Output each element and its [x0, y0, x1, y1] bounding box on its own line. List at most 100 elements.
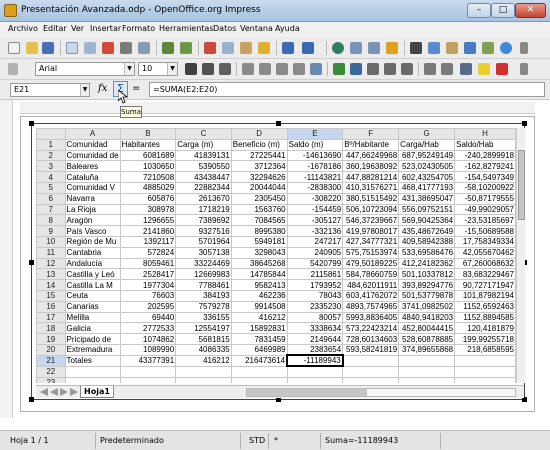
- row-header[interactable]: 18: [36, 322, 66, 335]
- cell[interactable]: 5949181: [230, 235, 288, 248]
- cell[interactable]: 7788461: [175, 279, 232, 291]
- row-header[interactable]: 21: [36, 354, 66, 367]
- email-icon[interactable]: [66, 42, 78, 54]
- add-decimal-icon[interactable]: [384, 63, 396, 75]
- row-header[interactable]: 16: [36, 300, 66, 313]
- cell[interactable]: 20044044: [230, 181, 288, 194]
- cell[interactable]: 240905: [286, 246, 344, 259]
- cell[interactable]: 1718219: [175, 203, 232, 216]
- find-binoculars-icon[interactable]: [410, 42, 422, 54]
- row-header[interactable]: 19: [36, 333, 66, 345]
- cell[interactable]: 572824: [119, 246, 177, 259]
- cell[interactable]: 575,75153974: [342, 246, 400, 259]
- cell[interactable]: [398, 365, 456, 378]
- cell[interactable]: 101,87982194: [454, 289, 516, 302]
- cell[interactable]: 447,88281214: [342, 171, 400, 183]
- cell[interactable]: 336155: [175, 311, 232, 324]
- minimize-button[interactable]: –: [467, 3, 491, 18]
- sort-ascending-icon[interactable]: [350, 42, 362, 54]
- cell[interactable]: 3741,0982502: [398, 300, 456, 313]
- cell[interactable]: -332136: [286, 225, 344, 237]
- row-header[interactable]: 20: [36, 343, 66, 356]
- resize-handle[interactable]: [276, 121, 281, 126]
- cell[interactable]: 584,78660759: [342, 268, 400, 281]
- cell[interactable]: 67,260068632: [454, 257, 516, 270]
- zoom-icon[interactable]: [482, 42, 494, 54]
- cell[interactable]: 523,02430505: [398, 160, 456, 173]
- cell[interactable]: 80057: [286, 311, 344, 324]
- cell[interactable]: 7579278: [175, 300, 232, 313]
- page-style[interactable]: Predeterminado: [100, 436, 164, 445]
- cell[interactable]: 1030650: [119, 160, 177, 173]
- cell[interactable]: Canarias: [64, 300, 121, 313]
- cell[interactable]: 4086335: [175, 343, 232, 356]
- cell[interactable]: Saldo (m): [286, 138, 344, 151]
- cell[interactable]: 1152,8894585: [454, 311, 516, 324]
- row-header[interactable]: 9: [36, 225, 66, 237]
- cell[interactable]: 393,89294776: [398, 279, 456, 291]
- cell[interactable]: 120,4181879: [454, 322, 516, 335]
- font-name-select[interactable]: Arial ▼: [35, 62, 135, 76]
- cell[interactable]: 12554197: [175, 322, 232, 335]
- cell[interactable]: 2335230: [286, 300, 344, 313]
- cell[interactable]: 605876: [119, 192, 177, 205]
- cell[interactable]: [230, 376, 288, 383]
- cell[interactable]: 6081689: [119, 149, 177, 162]
- toolbar-options-icon[interactable]: [520, 42, 528, 54]
- cell[interactable]: 15892831: [230, 322, 288, 335]
- cell[interactable]: 202595: [119, 300, 177, 313]
- autospellcheck-icon[interactable]: [180, 42, 192, 54]
- cell[interactable]: [175, 376, 232, 383]
- copy-icon[interactable]: [222, 42, 234, 54]
- cell[interactable]: 216473614: [230, 354, 288, 367]
- resize-handle[interactable]: [522, 121, 527, 126]
- cell[interactable]: [454, 376, 516, 383]
- cell[interactable]: -11143821: [286, 171, 344, 183]
- cell[interactable]: 8995380: [230, 225, 288, 237]
- cell[interactable]: -240,2899918: [454, 149, 516, 162]
- cell[interactable]: 7831459: [230, 333, 288, 345]
- cell[interactable]: [398, 376, 456, 383]
- edit-file-icon[interactable]: [84, 42, 96, 54]
- cell[interactable]: 78043: [286, 289, 344, 302]
- cell[interactable]: Baleares: [64, 160, 121, 173]
- cell[interactable]: 2383654: [286, 343, 344, 356]
- new-document-icon[interactable]: [8, 42, 20, 54]
- cell[interactable]: Beneficio (m): [230, 138, 288, 151]
- cell[interactable]: -50,87179555: [454, 192, 516, 205]
- scroll-thumb[interactable]: [247, 389, 367, 396]
- cell[interactable]: -14613690: [286, 149, 344, 162]
- cell[interactable]: [64, 376, 121, 383]
- cell[interactable]: [119, 376, 177, 383]
- row-header[interactable]: 22: [36, 365, 66, 378]
- col-header-d[interactable]: D: [230, 128, 288, 140]
- cell[interactable]: [64, 365, 121, 378]
- merge-cells-icon[interactable]: [310, 63, 322, 75]
- select-all-corner[interactable]: [36, 128, 66, 140]
- cell[interactable]: 687,95249149: [398, 149, 456, 162]
- cell[interactable]: 12669983: [175, 268, 232, 281]
- cell[interactable]: Carga (m): [175, 138, 232, 151]
- row-header[interactable]: 14: [36, 279, 66, 291]
- cell[interactable]: 42,055670462: [454, 246, 516, 259]
- cell[interactable]: -162,8279241: [454, 160, 516, 173]
- cell[interactable]: 5390550: [175, 160, 232, 173]
- col-header-a[interactable]: A: [64, 128, 121, 140]
- cell[interactable]: 7389692: [175, 214, 232, 227]
- col-header-e[interactable]: E: [286, 128, 344, 140]
- cell[interactable]: [286, 365, 344, 378]
- cell[interactable]: Comunidad V: [64, 181, 121, 194]
- cell[interactable]: 452,80044415: [398, 322, 456, 335]
- cell[interactable]: 479,50189225: [342, 257, 400, 270]
- cell[interactable]: 9582413: [230, 279, 288, 291]
- navigator-icon[interactable]: [428, 42, 440, 54]
- cell[interactable]: 5993,8836405: [342, 311, 400, 324]
- redo-icon[interactable]: [302, 42, 314, 54]
- cell[interactable]: 528,60878885: [398, 333, 456, 345]
- italic-icon[interactable]: [202, 63, 214, 75]
- cell[interactable]: 32294626: [230, 171, 288, 183]
- cell[interactable]: 569,90425364: [398, 214, 456, 227]
- row-header[interactable]: 15: [36, 289, 66, 302]
- cell[interactable]: 2141860: [119, 225, 177, 237]
- font-color-icon[interactable]: [496, 63, 508, 75]
